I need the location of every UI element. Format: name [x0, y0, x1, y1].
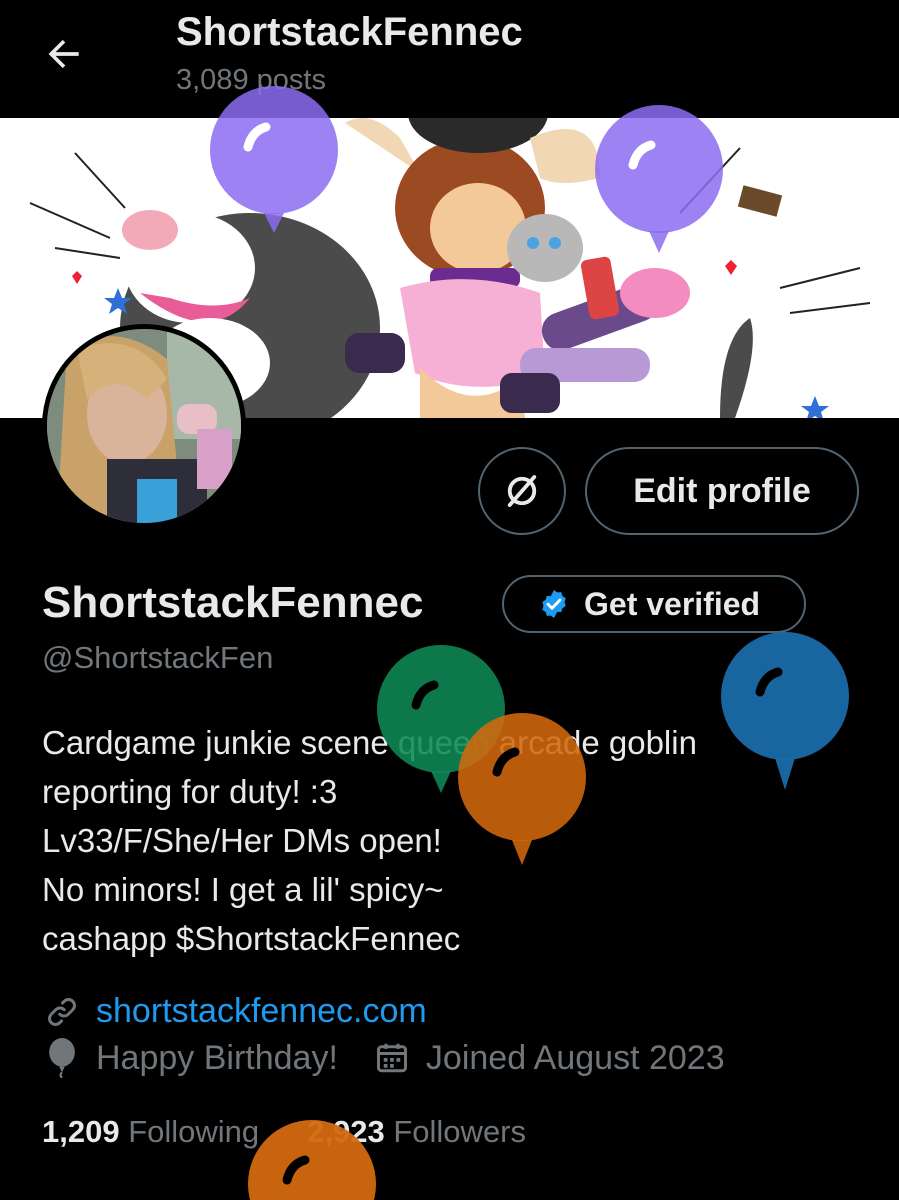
bio-line: reporting for duty! :3	[42, 773, 338, 810]
joined-info: Joined August 2023	[372, 1039, 725, 1078]
verified-badge-icon	[542, 590, 566, 618]
grok-button[interactable]	[478, 447, 566, 535]
calendar-icon	[372, 1040, 412, 1076]
website-row: shortstackfennec.com	[42, 992, 427, 1031]
link-icon	[42, 994, 82, 1030]
balloon-blue-icon	[721, 632, 849, 790]
get-verified-button[interactable]: Get verified	[502, 575, 806, 633]
back-arrow-icon	[48, 39, 79, 69]
no-grok-icon	[507, 475, 537, 507]
following-label: Following	[128, 1114, 260, 1149]
meta-row: Happy Birthday! Joined August 2023	[42, 1038, 725, 1078]
back-button[interactable]	[38, 28, 90, 80]
joined-text: Joined August 2023	[425, 1038, 725, 1077]
following-stat[interactable]: 1,209 Following	[42, 1114, 259, 1150]
display-name: ShortstackFennec	[42, 578, 424, 627]
followers-label: Followers	[393, 1114, 527, 1149]
follow-stats: 1,209 Following 2,923 Followers	[42, 1114, 526, 1150]
website-link[interactable]: shortstackfennec.com	[96, 992, 427, 1031]
bio-line: cashapp $ShortstackFennec	[42, 920, 461, 957]
bio-line: No minors! I get a lil' spicy~	[42, 871, 444, 908]
bio-line: Cardgame junkie scene queen arcade gobli…	[42, 724, 697, 761]
bio-line: Lv33/F/She/Her DMs open!	[42, 822, 442, 859]
birthday-text: Happy Birthday!	[96, 1038, 338, 1077]
profile-bio: Cardgame junkie scene queen arcade gobli…	[42, 718, 697, 963]
edit-profile-button[interactable]: Edit profile	[585, 447, 859, 535]
header-title: ShortstackFennec	[176, 10, 523, 54]
followers-stat[interactable]: 2,923 Followers	[307, 1114, 526, 1150]
post-count: 3,089 posts	[176, 64, 326, 96]
profile-header: ShortstackFennec 3,089 posts	[0, 0, 899, 118]
birthday-balloon-icon	[42, 1038, 82, 1078]
followers-count: 2,923	[307, 1114, 385, 1149]
profile-avatar[interactable]	[42, 324, 246, 528]
user-handle: @ShortstackFen	[42, 640, 274, 675]
avatar-photo	[47, 329, 241, 523]
get-verified-label: Get verified	[584, 585, 761, 622]
following-count: 1,209	[42, 1114, 120, 1149]
